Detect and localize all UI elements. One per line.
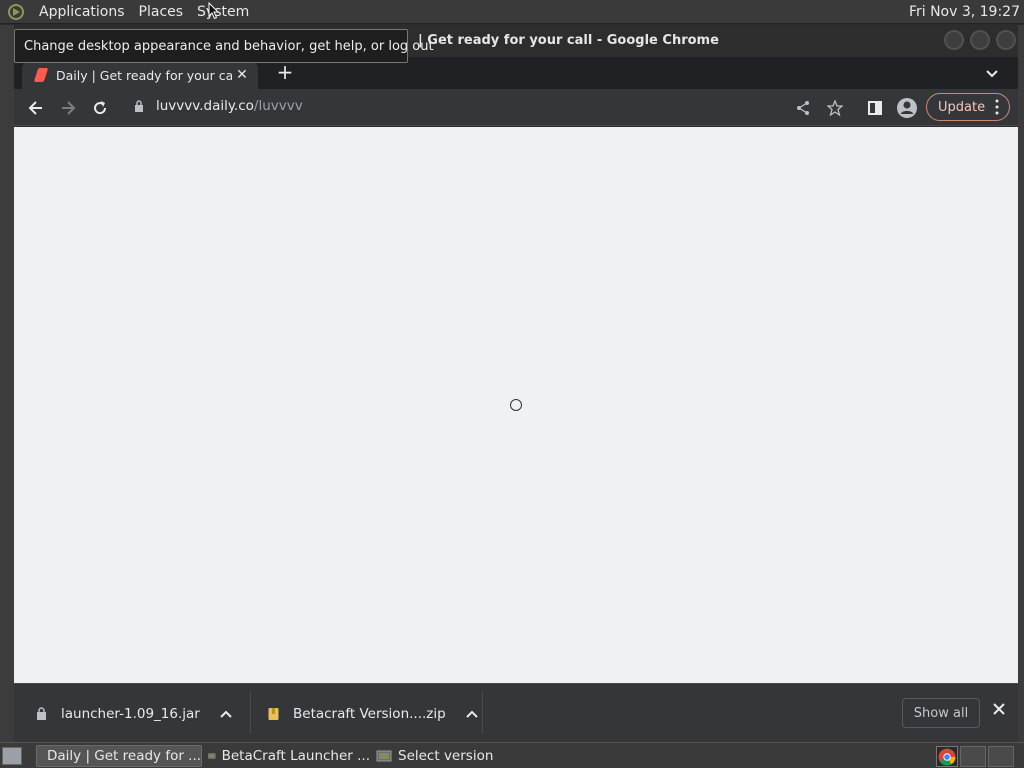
window-border-left xyxy=(0,25,14,742)
avatar-icon xyxy=(897,98,917,118)
zip-file-icon xyxy=(268,708,279,720)
tab-title: Daily | Get ready for your call xyxy=(56,67,232,83)
download-shelf: launcher-1.09_16.jar Betacraft Version..… xyxy=(14,683,1018,742)
show-desktop-button[interactable] xyxy=(2,747,22,765)
java-app-icon xyxy=(376,750,392,762)
loading-spinner-icon xyxy=(510,399,522,411)
maximize-button[interactable] xyxy=(970,30,990,50)
taskbar-item-betacraft[interactable]: BetaCraft Launcher ... xyxy=(204,745,370,767)
taskbar-item-label: Daily | Get ready for ... xyxy=(47,748,202,764)
chevron-up-icon[interactable] xyxy=(220,710,232,718)
menu-system[interactable]: System xyxy=(190,4,256,20)
workspace-2[interactable] xyxy=(960,746,986,767)
window-title: | Get ready for your call - Google Chrom… xyxy=(418,33,719,48)
menu-applications[interactable]: Applications xyxy=(32,4,132,20)
share-icon xyxy=(797,101,809,115)
menu-places[interactable]: Places xyxy=(132,4,191,20)
workspace-3[interactable] xyxy=(988,746,1014,767)
update-label: Update xyxy=(938,99,986,115)
window-border-right xyxy=(1018,25,1024,742)
side-panel-icon xyxy=(868,101,882,115)
taskbar-item-label: Select version xyxy=(398,748,494,764)
lock-file-icon xyxy=(37,707,46,720)
workspace-switcher[interactable] xyxy=(936,746,958,767)
browser-toolbar: luvvvv.daily.co/luvvvv Update xyxy=(14,89,1018,126)
new-tab-button[interactable]: + xyxy=(274,61,296,83)
url-text[interactable]: luvvvv.daily.co/luvvvv xyxy=(156,98,303,114)
tab-search-chevron-icon[interactable] xyxy=(982,63,1002,83)
java-app-icon xyxy=(208,753,216,759)
top-panel: Applications Places System Fri Nov 3, 19… xyxy=(0,0,1024,24)
mouse-pointer-icon xyxy=(208,2,220,20)
star-icon xyxy=(827,100,843,116)
minimize-button[interactable] xyxy=(944,30,964,50)
share-button[interactable] xyxy=(790,95,816,121)
chrome-icon xyxy=(938,748,956,766)
taskbar-item-chrome[interactable]: Daily | Get ready for ... xyxy=(36,745,202,767)
download-filename: Betacraft Version....zip xyxy=(293,705,446,722)
divider xyxy=(250,692,251,734)
system-menu-tooltip: Change desktop appearance and behavior, … xyxy=(14,29,434,63)
download-filename: launcher-1.09_16.jar xyxy=(61,705,200,722)
url-path: /luvvvv xyxy=(253,98,303,114)
lock-icon[interactable] xyxy=(134,100,144,112)
taskbar: Daily | Get ready for ... BetaCraft Laun… xyxy=(0,742,1024,768)
page-content xyxy=(14,127,1018,683)
back-button[interactable] xyxy=(23,95,49,121)
arrow-right-icon xyxy=(62,101,76,115)
tab-close-icon[interactable]: ✕ xyxy=(232,67,252,83)
distro-logo-icon[interactable] xyxy=(8,3,24,20)
taskbar-item-label: BetaCraft Launcher ... xyxy=(221,748,370,764)
arrow-left-icon xyxy=(28,101,42,115)
address-bar[interactable]: luvvvv.daily.co/luvvvv xyxy=(126,92,858,122)
show-all-button[interactable]: Show all xyxy=(902,698,980,728)
window-controls xyxy=(944,30,1016,50)
close-window-button[interactable] xyxy=(996,30,1016,50)
kebab-menu-icon[interactable] xyxy=(995,99,999,115)
forward-button[interactable] xyxy=(55,95,81,121)
side-panel-button[interactable] xyxy=(862,95,888,121)
reload-icon xyxy=(94,101,107,115)
taskbar-item-select-version[interactable]: Select version xyxy=(372,745,538,767)
profile-button[interactable] xyxy=(894,95,920,121)
bookmark-button[interactable] xyxy=(822,95,848,121)
chevron-up-icon[interactable] xyxy=(465,710,478,718)
tab-daily[interactable]: Daily | Get ready for your call ✕ xyxy=(22,61,258,89)
update-button[interactable]: Update xyxy=(926,93,1010,121)
reload-button[interactable] xyxy=(87,95,113,121)
divider xyxy=(482,692,483,734)
close-icon[interactable] xyxy=(992,702,1006,716)
daily-logo-icon xyxy=(33,68,49,82)
download-item[interactable]: launcher-1.09_16.jar xyxy=(36,684,232,743)
download-item[interactable]: Betacraft Version....zip xyxy=(268,684,478,743)
url-host: luvvvv.daily.co xyxy=(156,98,254,114)
panel-clock[interactable]: Fri Nov 3, 19:27 xyxy=(909,4,1020,20)
